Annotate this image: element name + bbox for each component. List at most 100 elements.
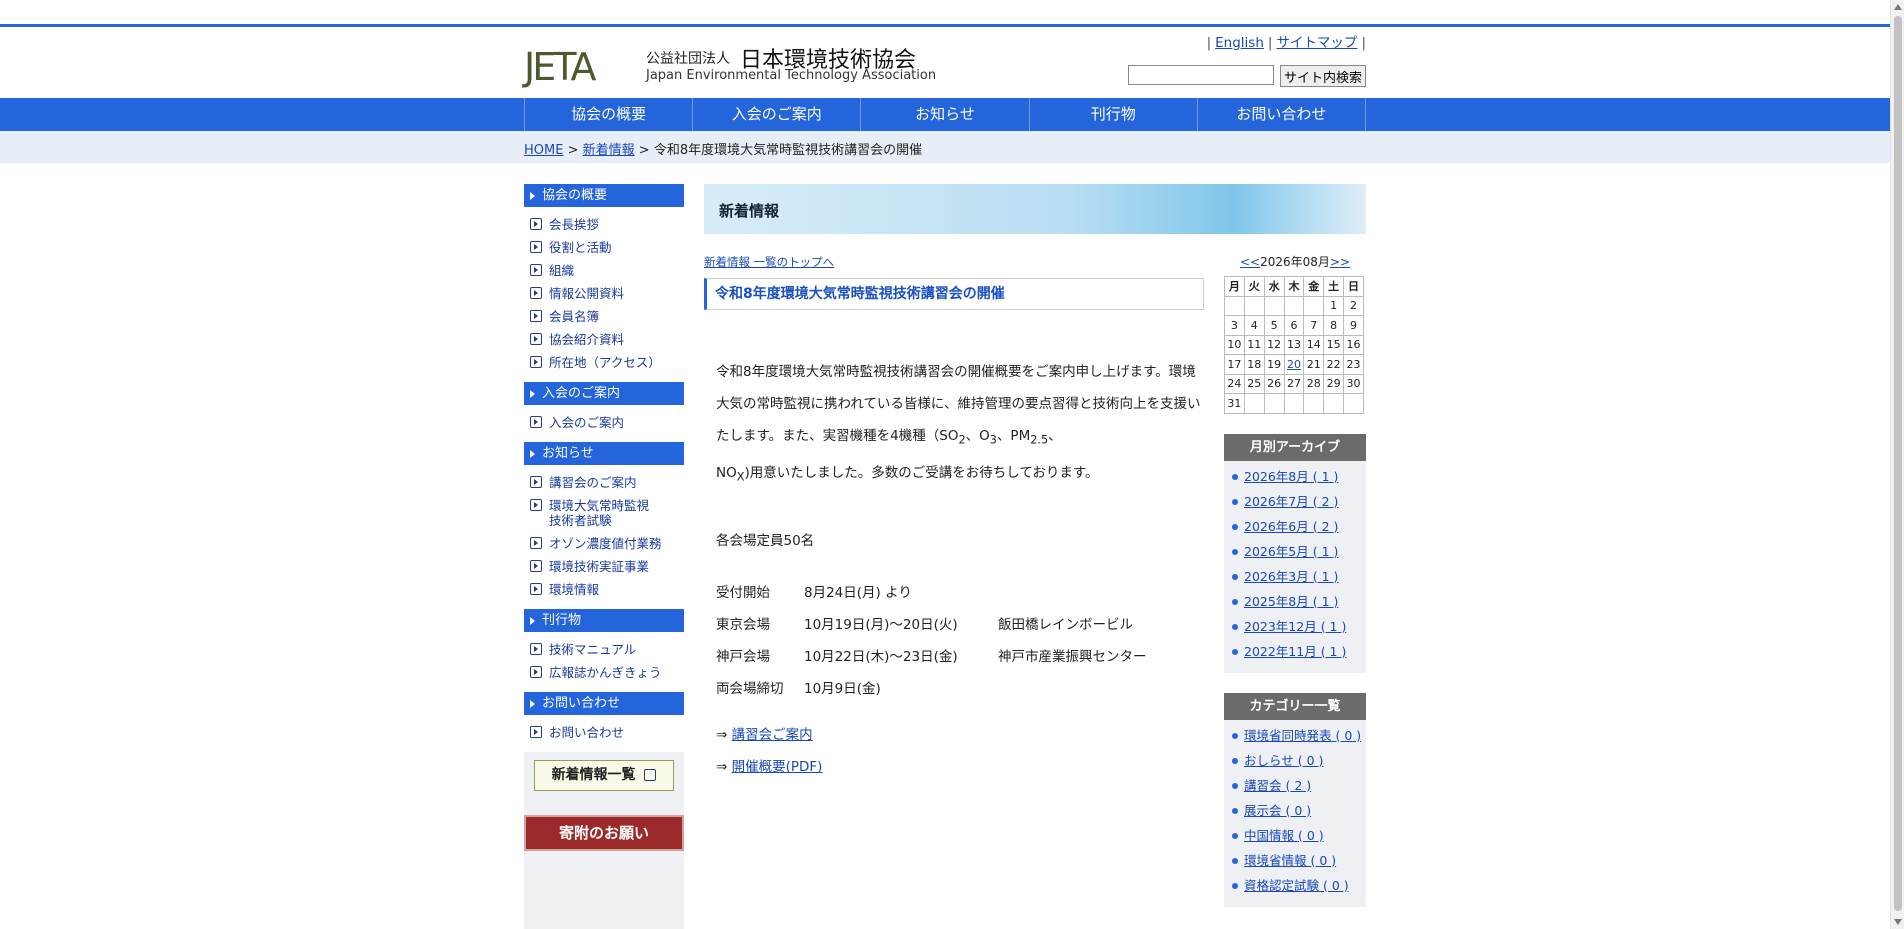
calendar-day: 7	[1303, 315, 1325, 336]
donation-button[interactable]: 寄附のお願い	[524, 815, 684, 851]
sidebar-item-exam[interactable]: 環境大気常時監視技術者試験	[524, 494, 684, 532]
archive-link[interactable]: 2026年6月 ( 2 )	[1244, 519, 1338, 534]
sidebar-item-seminars[interactable]: 講習会のご案内	[524, 471, 684, 494]
sidebar-item-membership-info[interactable]: 入会のご案内	[524, 411, 684, 434]
schedule-table: 受付開始 8月24日(月) より 東京会場 10月19日(月)～20日(火) 飯田橋レ…	[704, 577, 1204, 705]
schedule-label: 神戸会場	[716, 649, 770, 666]
sidebar-item-env-info[interactable]: 環境情報	[524, 578, 684, 601]
category-link[interactable]: 環境省同時発表 ( 0 )	[1244, 728, 1361, 743]
sidebar-heading-publications[interactable]: 刊行物	[524, 609, 684, 632]
category-box: カテゴリー一覧 環境省同時発表 ( 0 ) おしらせ ( 0 ) 講習会 ( 2 )…	[1224, 692, 1366, 907]
archive-item: 2022年11月 ( 1 )	[1232, 644, 1362, 660]
sidebar-heading-label: お知らせ	[542, 446, 594, 461]
sidebar-heading-label: 入会のご案内	[542, 386, 621, 401]
calendar-prev-link[interactable]: <<	[1240, 255, 1260, 269]
utility-links: | English | サイトマップ |	[1206, 35, 1366, 51]
archive-link[interactable]: 2026年3月 ( 1 )	[1244, 569, 1338, 584]
calendar-day[interactable]: 20	[1283, 354, 1305, 375]
category-item: 展示会 ( 0 )	[1232, 803, 1362, 819]
calendar-next-link[interactable]: >>	[1330, 255, 1350, 269]
scrollbar-thumb[interactable]	[1894, 16, 1902, 911]
sidebar-item-access[interactable]: 所在地（アクセス）	[524, 351, 684, 374]
calendar-weekday: 日	[1343, 276, 1364, 297]
category-list: 環境省同時発表 ( 0 ) おしらせ ( 0 ) 講習会 ( 2 ) 展示会 ( 0 …	[1224, 720, 1366, 907]
sidebar-item-label: 役割と活動	[549, 240, 612, 255]
nav-about[interactable]: 協会の概要	[525, 98, 694, 131]
category-link[interactable]: 資格認定試験 ( 0 )	[1244, 878, 1349, 893]
sidebar-item-ozone[interactable]: オゾン濃度値付業務	[524, 532, 684, 555]
calendar-day: 30	[1343, 373, 1364, 394]
sidebar-list-about: 会長挨拶 役割と活動 組織 情報公開資料 会員名簿 協会紹介資料 所在地（アクセ…	[524, 207, 684, 382]
archive-link[interactable]: 2026年7月 ( 2 )	[1244, 494, 1338, 509]
sidebar-item-etv[interactable]: 環境技術実証事業	[524, 555, 684, 578]
sidebar-item-intro-docs[interactable]: 協会紹介資料	[524, 328, 684, 351]
sidebar-item-members[interactable]: 会員名簿	[524, 305, 684, 328]
sidebar-heading-membership[interactable]: 入会のご案内	[524, 382, 684, 405]
sidebar: 協会の概要 会長挨拶 役割と活動 組織 情報公開資料 会員名簿 協会紹介資料 所…	[524, 184, 684, 929]
global-nav: 協会の概要 入会のご案内 お知らせ 刊行物 お問い合わせ	[0, 98, 1890, 131]
sidebar-item-organization[interactable]: 組織	[524, 259, 684, 282]
calendar-day	[1243, 295, 1265, 316]
breadcrumb-news[interactable]: 新着情報	[583, 143, 635, 158]
archive-link[interactable]: 2026年5月 ( 1 )	[1244, 544, 1338, 559]
sidebar-list-membership: 入会のご案内	[524, 405, 684, 442]
sidebar-item-roles[interactable]: 役割と活動	[524, 236, 684, 259]
category-link[interactable]: 展示会 ( 0 )	[1244, 803, 1311, 818]
back-to-news-link[interactable]: 新着情報 一覧のトップへ	[704, 255, 834, 269]
sidebar-item-label: 入会のご案内	[549, 415, 625, 430]
search-button[interactable]: サイト内検索	[1279, 65, 1366, 87]
overview-pdf-link[interactable]: 開催概要(PDF)	[732, 759, 823, 775]
archive-link[interactable]: 2025年8月 ( 1 )	[1244, 594, 1338, 609]
site-logo[interactable]: JETA 公益社団法人 日本環境技術協会 Japan Environmental…	[524, 45, 984, 95]
formula-so2: SO	[939, 428, 959, 444]
capacity-text: 各会場定員50名	[716, 533, 815, 550]
sidebar-item-label: 会長挨拶	[549, 217, 600, 232]
archive-link[interactable]: 2023年12月 ( 1 )	[1244, 619, 1346, 634]
arrow-box-icon	[530, 666, 542, 678]
arrow-box-icon	[530, 310, 542, 322]
search-input[interactable]	[1127, 65, 1274, 85]
archive-link[interactable]: 2026年8月 ( 1 )	[1244, 469, 1338, 484]
vertical-scrollbar[interactable]	[1890, 0, 1904, 929]
arrow-box-icon	[530, 287, 542, 299]
calendar: 月火水木金土日 1 2 3 4 5 6 7 8 9 10 11 12 13 14 15 16 17 18 19 20 2…	[1224, 276, 1364, 414]
sidebar-item-magazine[interactable]: 広報誌かんぎきょう	[524, 661, 684, 684]
calendar-day: 23	[1343, 354, 1364, 375]
calendar-day: 6	[1283, 315, 1305, 336]
calendar-day: 1	[1323, 295, 1345, 316]
sidebar-heading-contact[interactable]: お問い合わせ	[524, 692, 684, 715]
calendar-day-link[interactable]: 20	[1287, 358, 1301, 371]
sidebar-item-contact[interactable]: お問い合わせ	[524, 721, 684, 744]
sidebar-item-disclosure[interactable]: 情報公開資料	[524, 282, 684, 305]
nav-news[interactable]: お知らせ	[861, 98, 1030, 131]
sidebar-heading-news[interactable]: お知らせ	[524, 442, 684, 465]
calendar-day	[1343, 393, 1364, 414]
calendar-day: 5	[1263, 315, 1285, 336]
nav-publications[interactable]: 刊行物	[1030, 98, 1198, 131]
category-link[interactable]: 環境省情報 ( 0 )	[1244, 853, 1336, 868]
nav-contact[interactable]: お問い合わせ	[1198, 98, 1367, 131]
scroll-up-icon[interactable]	[1894, 4, 1902, 10]
calendar-day: 22	[1323, 354, 1345, 375]
breadcrumb: HOME > 新着情報 > 令和8年度環境大気常時監視技術講習会の開催	[524, 139, 922, 158]
seminar-info-link[interactable]: 講習会ご案内	[732, 727, 813, 743]
scroll-down-icon[interactable]	[1894, 919, 1902, 925]
calendar-day: 17	[1224, 354, 1245, 375]
sidebar-item-manuals[interactable]: 技術マニュアル	[524, 638, 684, 661]
archive-list: 2026年8月 ( 1 ) 2026年7月 ( 2 ) 2026年6月 ( 2 ) 2…	[1224, 461, 1366, 673]
english-link[interactable]: English	[1215, 35, 1264, 51]
breadcrumb-home[interactable]: HOME	[524, 143, 563, 158]
category-link[interactable]: おしらせ ( 0 )	[1244, 753, 1323, 768]
sitemap-link[interactable]: サイトマップ	[1276, 35, 1357, 51]
nav-membership[interactable]: 入会のご案内	[693, 98, 862, 131]
category-link[interactable]: 講習会 ( 2 )	[1244, 778, 1311, 793]
sidebar-item-greeting[interactable]: 会長挨拶	[524, 213, 684, 236]
news-list-button[interactable]: 新着情報一覧	[534, 760, 674, 791]
archive-link[interactable]: 2022年11月 ( 1 )	[1244, 644, 1346, 659]
sidebar-item-label: 技術マニュアル	[549, 642, 637, 657]
arrow-box-icon	[530, 416, 542, 428]
schedule-row: 東京会場 10月19日(月)～20日(火) 飯田橋レインボービル	[716, 609, 1204, 641]
category-link[interactable]: 中国情報 ( 0 )	[1244, 828, 1324, 843]
formula-nox: NO	[716, 464, 737, 481]
sidebar-heading-about[interactable]: 協会の概要	[524, 184, 684, 207]
